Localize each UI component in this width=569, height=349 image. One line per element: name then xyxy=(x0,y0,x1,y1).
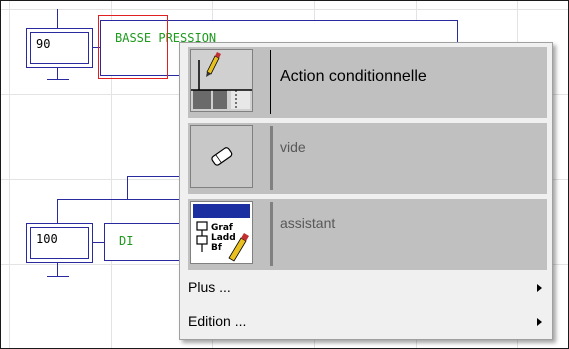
selection-box xyxy=(98,15,168,79)
menu-item-vide[interactable]: vide xyxy=(188,123,547,194)
menu-item-assistant[interactable]: Graf Ladd Bf assistant xyxy=(188,199,547,270)
pencil-action-icon xyxy=(190,49,253,112)
svg-text:Bf: Bf xyxy=(211,243,222,253)
submenu-label: Edition ... xyxy=(188,313,247,329)
link-line xyxy=(57,199,187,200)
submenu-arrow-icon xyxy=(537,284,542,292)
menu-item-plus[interactable]: Plus ... xyxy=(180,275,552,301)
grid-line xyxy=(1,9,568,10)
menu-item-label: vide xyxy=(280,139,306,155)
menu-item-edition[interactable]: Edition ... xyxy=(180,309,552,335)
graf-assistant-icon: Graf Ladd Bf xyxy=(190,201,253,264)
submenu-label: Plus ... xyxy=(188,279,231,295)
step-number: 100 xyxy=(30,227,89,259)
link-line xyxy=(57,262,58,276)
link-line xyxy=(57,199,58,223)
menu-item-label: assistant xyxy=(280,215,336,231)
menu-separator xyxy=(270,126,273,190)
grafcet-canvas[interactable]: 90 BASSE PRESSION 100 DI Action conditio… xyxy=(0,0,569,349)
grid-line xyxy=(9,1,10,348)
link-line xyxy=(127,176,187,177)
eraser-icon xyxy=(190,125,253,188)
grafcet-step-90[interactable]: 90 xyxy=(26,28,93,68)
svg-text:Graf: Graf xyxy=(211,223,233,233)
grafcet-step-100[interactable]: 100 xyxy=(26,223,93,263)
step-number: 90 xyxy=(30,32,89,64)
menu-item-label: Action conditionnelle xyxy=(280,68,427,85)
link-line xyxy=(127,176,128,200)
context-menu: Action conditionnelle vide Graf Ladd Bf … xyxy=(179,42,553,340)
menu-item-action-conditionnelle[interactable]: Action conditionnelle xyxy=(188,47,547,118)
menu-separator xyxy=(270,50,271,114)
transition-bar[interactable] xyxy=(47,79,69,80)
step-action-link xyxy=(92,242,104,243)
svg-text:Ladd: Ladd xyxy=(211,233,236,243)
link-line xyxy=(57,67,58,79)
transition-bar[interactable] xyxy=(47,276,69,277)
menu-separator xyxy=(270,202,273,266)
submenu-arrow-icon xyxy=(537,318,542,326)
link-line xyxy=(57,9,58,29)
